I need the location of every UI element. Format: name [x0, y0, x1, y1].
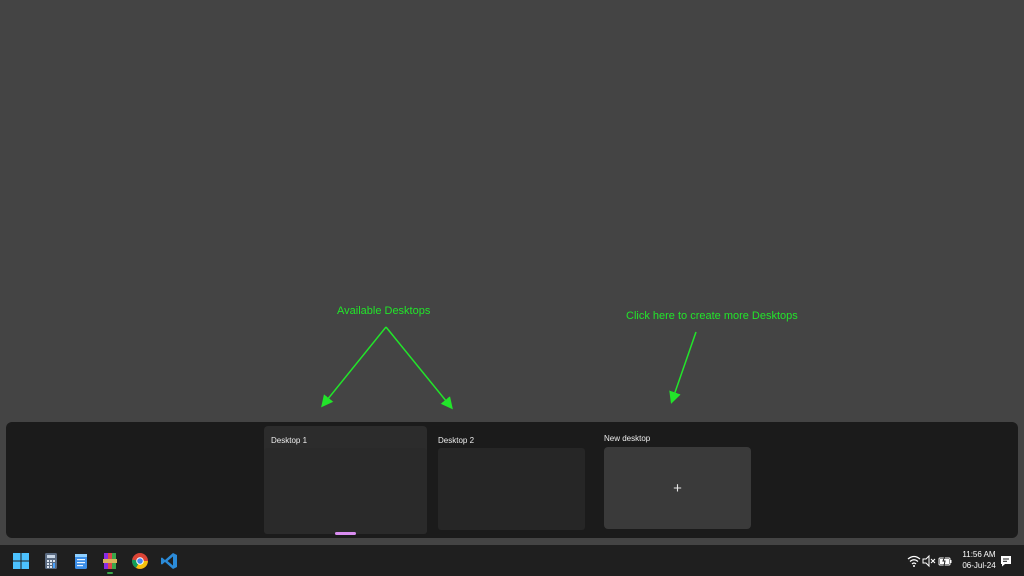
volume-muted-icon[interactable]	[922, 554, 936, 568]
active-desktop-indicator	[335, 532, 356, 535]
new-desktop-label: New desktop	[604, 434, 651, 443]
notepad-icon[interactable]	[72, 552, 90, 570]
virtual-desktops-panel: Desktop 1 Desktop 2 New desktop +	[6, 422, 1018, 538]
system-clock[interactable]: 11:56 AM 06-Jul-24	[955, 549, 1003, 571]
calculator-icon[interactable]	[42, 552, 60, 570]
annotation-create-desktops: Click here to create more Desktops	[626, 310, 798, 322]
arrow-to-desktop-1	[321, 326, 387, 408]
vscode-icon[interactable]	[160, 552, 178, 570]
start-icon[interactable]	[12, 552, 30, 570]
desktop-1-thumbnail[interactable]	[264, 448, 427, 534]
desktop-2-label: Desktop 2	[438, 436, 475, 445]
arrow-to-new-desktop	[669, 331, 697, 404]
plus-icon: +	[673, 479, 682, 497]
clock-time: 11:56 AM	[962, 550, 996, 559]
new-desktop-button[interactable]: +	[604, 447, 751, 529]
desktop-2-thumbnail[interactable]	[438, 448, 585, 530]
taskbar: 11:56 AM 06-Jul-24	[0, 545, 1024, 576]
running-app-indicator	[107, 572, 113, 574]
wifi-icon[interactable]	[907, 554, 921, 568]
winrar-icon[interactable]	[101, 552, 119, 570]
annotation-available-desktops: Available Desktops	[337, 305, 431, 317]
desktop-1-label: Desktop 1	[271, 436, 308, 445]
desktop-1-card[interactable]: Desktop 1	[264, 426, 427, 535]
clock-date: 06-Jul-24	[962, 561, 996, 570]
arrow-to-desktop-2	[385, 326, 453, 410]
battery-charging-icon[interactable]	[938, 554, 952, 568]
new-desktop-card[interactable]: New desktop +	[604, 426, 752, 534]
desktop-2-card[interactable]: Desktop 2	[437, 426, 587, 534]
chrome-icon[interactable]	[131, 552, 149, 570]
notifications-icon[interactable]	[999, 554, 1013, 568]
